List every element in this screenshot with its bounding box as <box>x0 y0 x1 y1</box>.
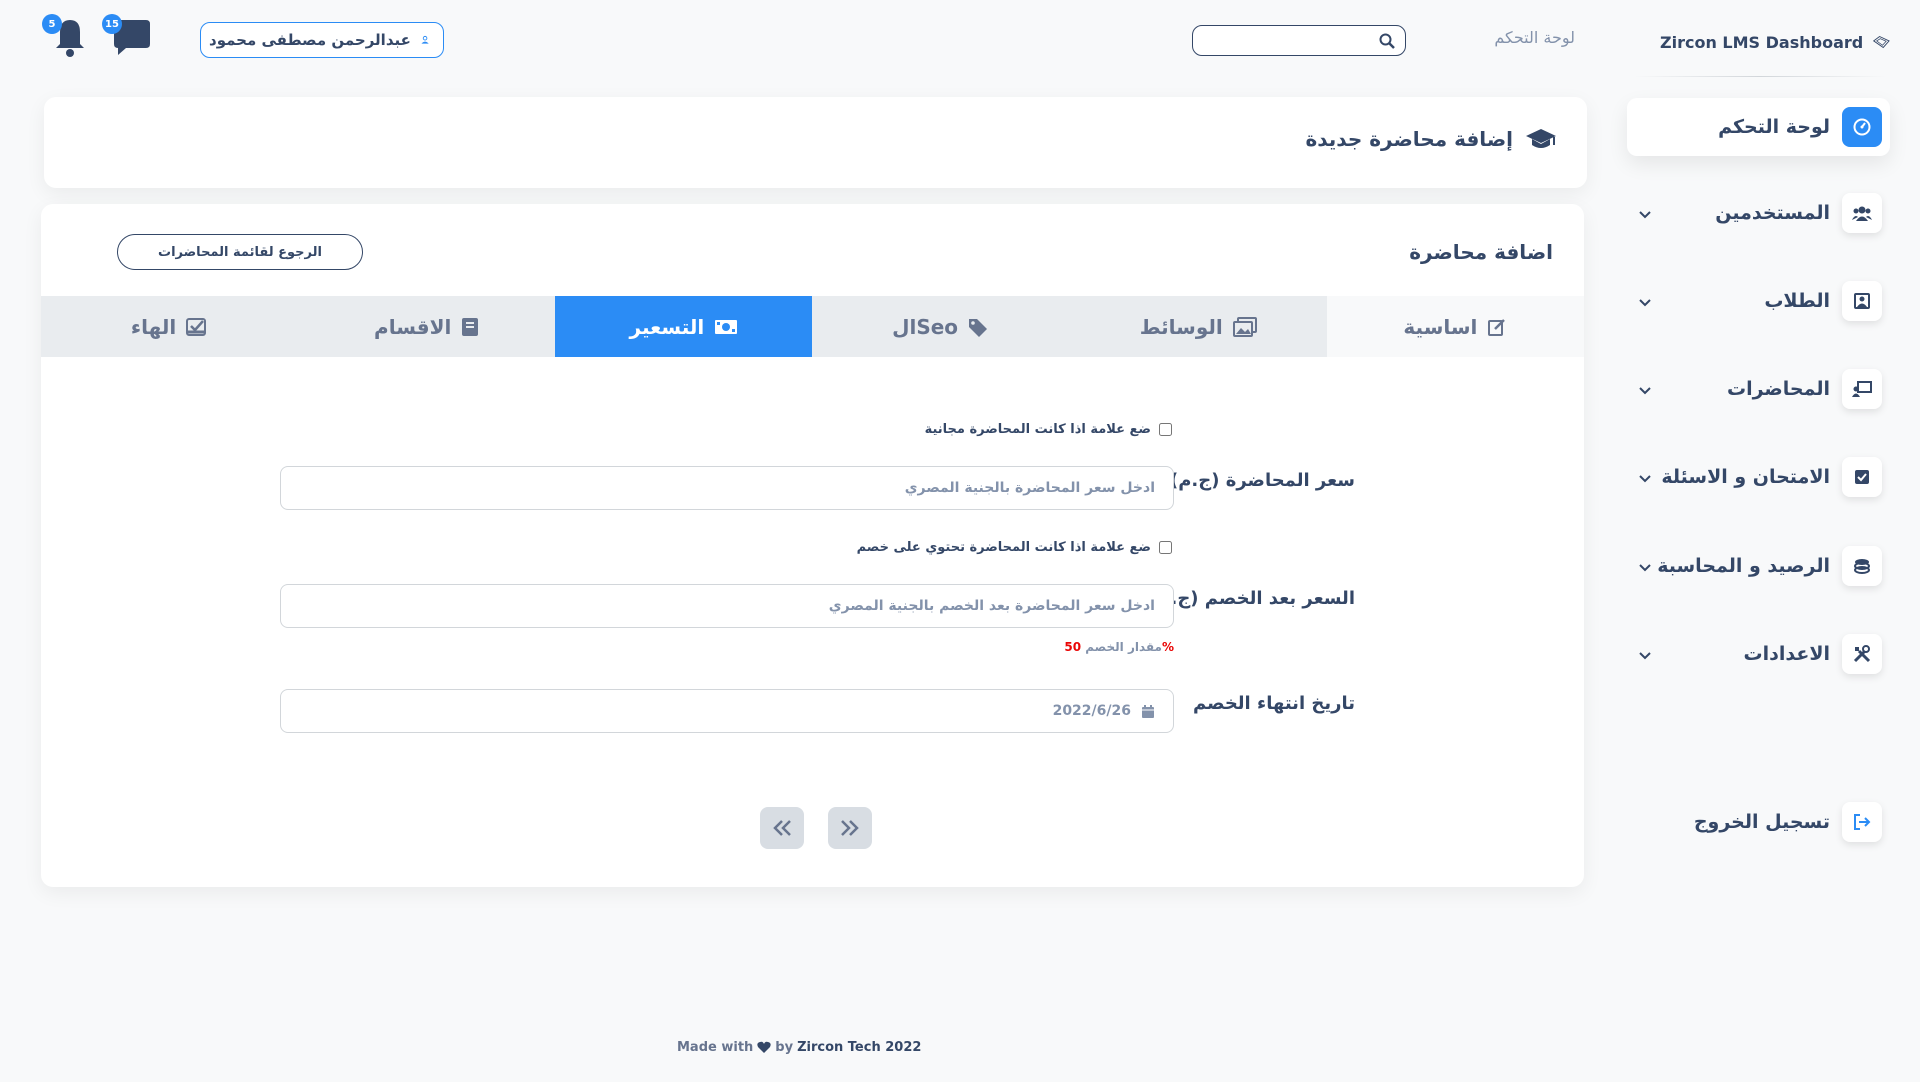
chevron-down-icon <box>1635 292 1655 311</box>
messages-button[interactable]: 15 <box>102 14 152 56</box>
sidebar-item-label: الامتحان و الاسئلة <box>1661 466 1830 488</box>
coins-icon <box>1842 546 1882 586</box>
free-lecture-checkbox-row[interactable]: ضع علامة اذا كانت المحاضرة مجانية <box>925 422 1172 437</box>
chevron-down-icon <box>1635 557 1655 576</box>
dashboard-icon <box>1842 107 1882 147</box>
tab-basic[interactable]: اساسية <box>1326 296 1584 357</box>
logout-button[interactable]: تسجيل الخروج <box>1627 792 1890 852</box>
users-icon <box>1842 193 1882 233</box>
price-input[interactable] <box>280 466 1174 510</box>
sidebar-item-label: لوحة التحكم <box>1718 116 1830 138</box>
discount-checkbox-label: ضع علامة اذا كانت المحاضرة تحتوي على خصم <box>856 540 1151 555</box>
sidebar-item-exams[interactable]: الامتحان و الاسئلة <box>1627 447 1890 507</box>
discount-price-label: السعر بعد الخصم (ج.م) <box>1149 588 1355 609</box>
notifications-badge: 5 <box>42 14 62 34</box>
sidebar-item-dashboard[interactable]: لوحة التحكم <box>1627 98 1890 156</box>
user-profile-button[interactable]: عبدالرحمن مصطفى محمود <box>200 22 444 58</box>
previous-step-button[interactable] <box>760 807 804 849</box>
sidebar-item-label: الاعدادات <box>1743 643 1830 665</box>
notifications-button[interactable]: 5 <box>42 14 88 58</box>
tab-media[interactable]: الوسائط <box>1070 296 1327 357</box>
chevron-down-icon <box>1635 468 1655 487</box>
brand-name: Zircon LMS Dashboard <box>1660 32 1864 52</box>
discount-checkbox[interactable] <box>1159 541 1172 554</box>
free-lecture-checkbox[interactable] <box>1159 423 1172 436</box>
section-title: اضافة محاضرة <box>1409 240 1553 264</box>
heart-icon <box>757 1041 771 1053</box>
sidebar-item-users[interactable]: المستخدمين <box>1627 183 1890 243</box>
tags-icon <box>969 318 988 337</box>
discount-end-date-value: 2022/6/26 <box>1052 703 1131 719</box>
sidebar-item-label: الطلاب <box>1764 290 1830 312</box>
sidebar-item-accounting[interactable]: الرصيد و المحاسبة <box>1627 536 1890 596</box>
sidebar-item-lectures[interactable]: المحاضرات <box>1627 359 1890 419</box>
footer: Made with by Zircon Tech 2022 <box>677 1040 922 1055</box>
logout-icon <box>1842 802 1882 842</box>
tab-finish[interactable]: الهاء <box>41 296 298 357</box>
price-label: سعر المحاضرة (ج.م) <box>1170 470 1355 491</box>
graduation-cap-icon <box>1526 129 1556 148</box>
student-icon <box>1842 281 1882 321</box>
sidebar-item-students[interactable]: الطلاب <box>1627 271 1890 331</box>
discount-end-date-input[interactable]: 2022/6/26 <box>280 689 1174 733</box>
messages-badge: 15 <box>102 14 122 34</box>
footer-company[interactable]: Zircon Tech 2022 <box>797 1040 921 1055</box>
next-step-button[interactable] <box>828 807 872 849</box>
sidebar-item-label: المستخدمين <box>1715 202 1830 224</box>
sidebar-item-label: الرصيد و المحاسبة <box>1657 555 1830 577</box>
search-input[interactable] <box>1192 25 1406 56</box>
chevron-down-icon <box>1635 645 1655 664</box>
double-chevron-right-icon <box>841 820 859 836</box>
chevron-down-icon <box>1635 380 1655 399</box>
tools-icon <box>1842 634 1882 674</box>
free-lecture-checkbox-label: ضع علامة اذا كانت المحاضرة مجانية <box>924 422 1151 437</box>
edit-icon <box>1488 318 1506 336</box>
back-to-lectures-button[interactable]: الرجوع لقائمة المحاضرات <box>117 234 363 270</box>
brand-logo-icon <box>1873 35 1890 49</box>
logout-label: تسجيل الخروج <box>1693 811 1830 833</box>
tab-sections[interactable]: الاقسام <box>298 296 555 357</box>
sidebar-item-settings[interactable]: الاعدادات <box>1627 624 1890 684</box>
calendar-icon <box>1142 704 1154 718</box>
discount-amount-note: مقدار الخصم 50% <box>1064 640 1174 654</box>
images-icon <box>1232 316 1257 337</box>
breadcrumb[interactable]: لوحة التحكم <box>1494 28 1575 47</box>
check-square-icon <box>186 317 207 336</box>
brand[interactable]: Zircon LMS Dashboard <box>1660 22 1890 62</box>
tab-seo[interactable]: الSeo <box>812 296 1069 357</box>
double-chevron-left-icon <box>773 820 791 836</box>
search-icon <box>1379 33 1395 49</box>
discount-price-input[interactable] <box>280 584 1174 628</box>
lecture-icon <box>1842 369 1882 409</box>
money-icon <box>715 319 738 334</box>
discount-end-label: تاريخ انتهاء الخصم <box>1192 693 1355 714</box>
discount-checkbox-row[interactable]: ضع علامة اذا كانت المحاضرة تحتوي على خصم <box>857 540 1172 555</box>
page-header-card: إضافة محاضرة جديدة <box>44 97 1587 188</box>
sidebar-item-label: المحاضرات <box>1727 378 1830 400</box>
user-icon <box>421 35 429 44</box>
book-icon <box>462 317 479 336</box>
exam-icon <box>1842 457 1882 497</box>
sidebar-divider <box>1634 76 1886 77</box>
tab-pricing[interactable]: التسعير <box>555 296 813 357</box>
chevron-down-icon <box>1635 204 1655 223</box>
tab-bar: اساسية الوسائط الSeo التسعير الاقسام اله… <box>41 296 1584 357</box>
add-lecture-card: اضافة محاضرة الرجوع لقائمة المحاضرات اسا… <box>41 204 1584 887</box>
page-title: إضافة محاضرة جديدة <box>1305 127 1557 151</box>
user-name: عبدالرحمن مصطفى محمود <box>209 31 411 49</box>
